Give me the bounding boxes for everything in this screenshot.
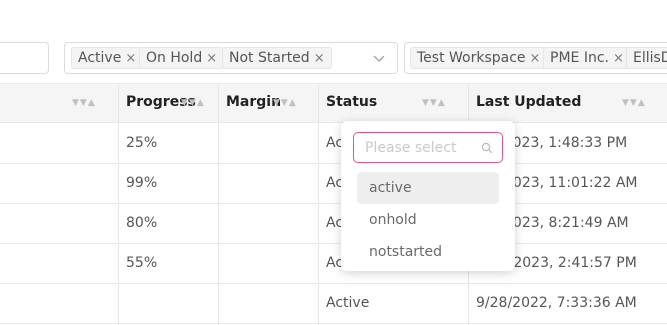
close-icon[interactable]: ×: [530, 51, 541, 66]
sort-filter-icon[interactable]: ▼▼▲: [72, 98, 96, 108]
cell-progress: 55%: [126, 255, 158, 271]
tag-label: Not Started: [229, 50, 310, 66]
row-divider: [0, 163, 667, 164]
cell-progress: 25%: [126, 135, 158, 151]
column-divider: [118, 83, 119, 325]
status-tag-notstarted: Not Started ×: [222, 47, 332, 69]
cell-last-updated: 9/28/2022, 7:33:36 AM: [476, 295, 637, 311]
status-tag-onhold: On Hold ×: [139, 47, 225, 69]
row-divider: [0, 323, 667, 324]
row-divider: [0, 243, 667, 244]
row-divider: [0, 203, 667, 204]
sort-filter-icon[interactable]: ▼▼▲: [181, 98, 205, 108]
tag-label: EllisD: [633, 50, 667, 66]
column-header-status[interactable]: Status: [326, 94, 377, 110]
close-icon[interactable]: ×: [125, 51, 136, 66]
status-filter-dropdown: active onhold notstarted: [341, 121, 515, 271]
search-input-partial[interactable]: [0, 42, 49, 74]
cell-progress: 99%: [126, 175, 158, 191]
column-header-last-updated[interactable]: Last Updated: [476, 94, 581, 110]
dropdown-option-active[interactable]: active: [357, 172, 499, 204]
workspace-tag-pme: PME Inc. ×: [543, 47, 631, 69]
dropdown-option-onhold[interactable]: onhold: [357, 204, 499, 236]
chevron-down-icon[interactable]: [373, 52, 385, 64]
sort-filter-icon[interactable]: ▼▼▲: [273, 98, 297, 108]
cell-last-updated: /2023, 1:48:33 PM: [499, 135, 628, 151]
close-icon[interactable]: ×: [613, 51, 624, 66]
dropdown-option-notstarted[interactable]: notstarted: [357, 236, 499, 268]
cell-last-updated: /7/2023, 2:41:57 PM: [495, 255, 637, 271]
close-icon[interactable]: ×: [206, 51, 217, 66]
tag-label: Active: [78, 50, 122, 66]
search-icon: [481, 142, 493, 154]
tag-label: Test Workspace: [417, 50, 526, 66]
cell-progress: 80%: [126, 215, 158, 231]
status-tag-active: Active ×: [71, 47, 144, 69]
tag-label: On Hold: [146, 50, 203, 66]
workspace-tag-test: Test Workspace ×: [410, 47, 548, 69]
sort-filter-icon[interactable]: ▼▼▲: [622, 98, 646, 108]
cell-status: Active: [326, 295, 370, 311]
sort-filter-icon[interactable]: ▼▼▲: [422, 98, 446, 108]
column-divider: [218, 83, 219, 325]
workspace-tag-ellis: EllisD: [626, 47, 667, 69]
row-divider: [0, 283, 667, 284]
cell-last-updated: 2023, 8:21:49 AM: [504, 215, 629, 231]
tag-label: PME Inc.: [550, 50, 609, 66]
cell-last-updated: 2023, 11:01:22 AM: [504, 175, 638, 191]
column-divider: [318, 83, 319, 325]
close-icon[interactable]: ×: [314, 51, 325, 66]
